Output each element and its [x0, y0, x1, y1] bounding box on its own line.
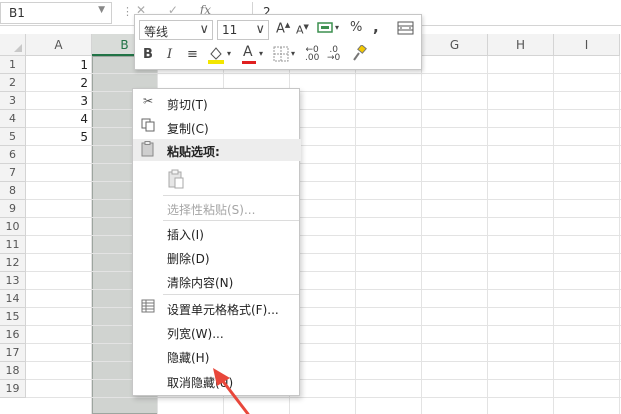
arrow-shaft — [220, 378, 250, 414]
annotation-arrow — [213, 368, 250, 414]
arrow-head — [213, 368, 230, 386]
